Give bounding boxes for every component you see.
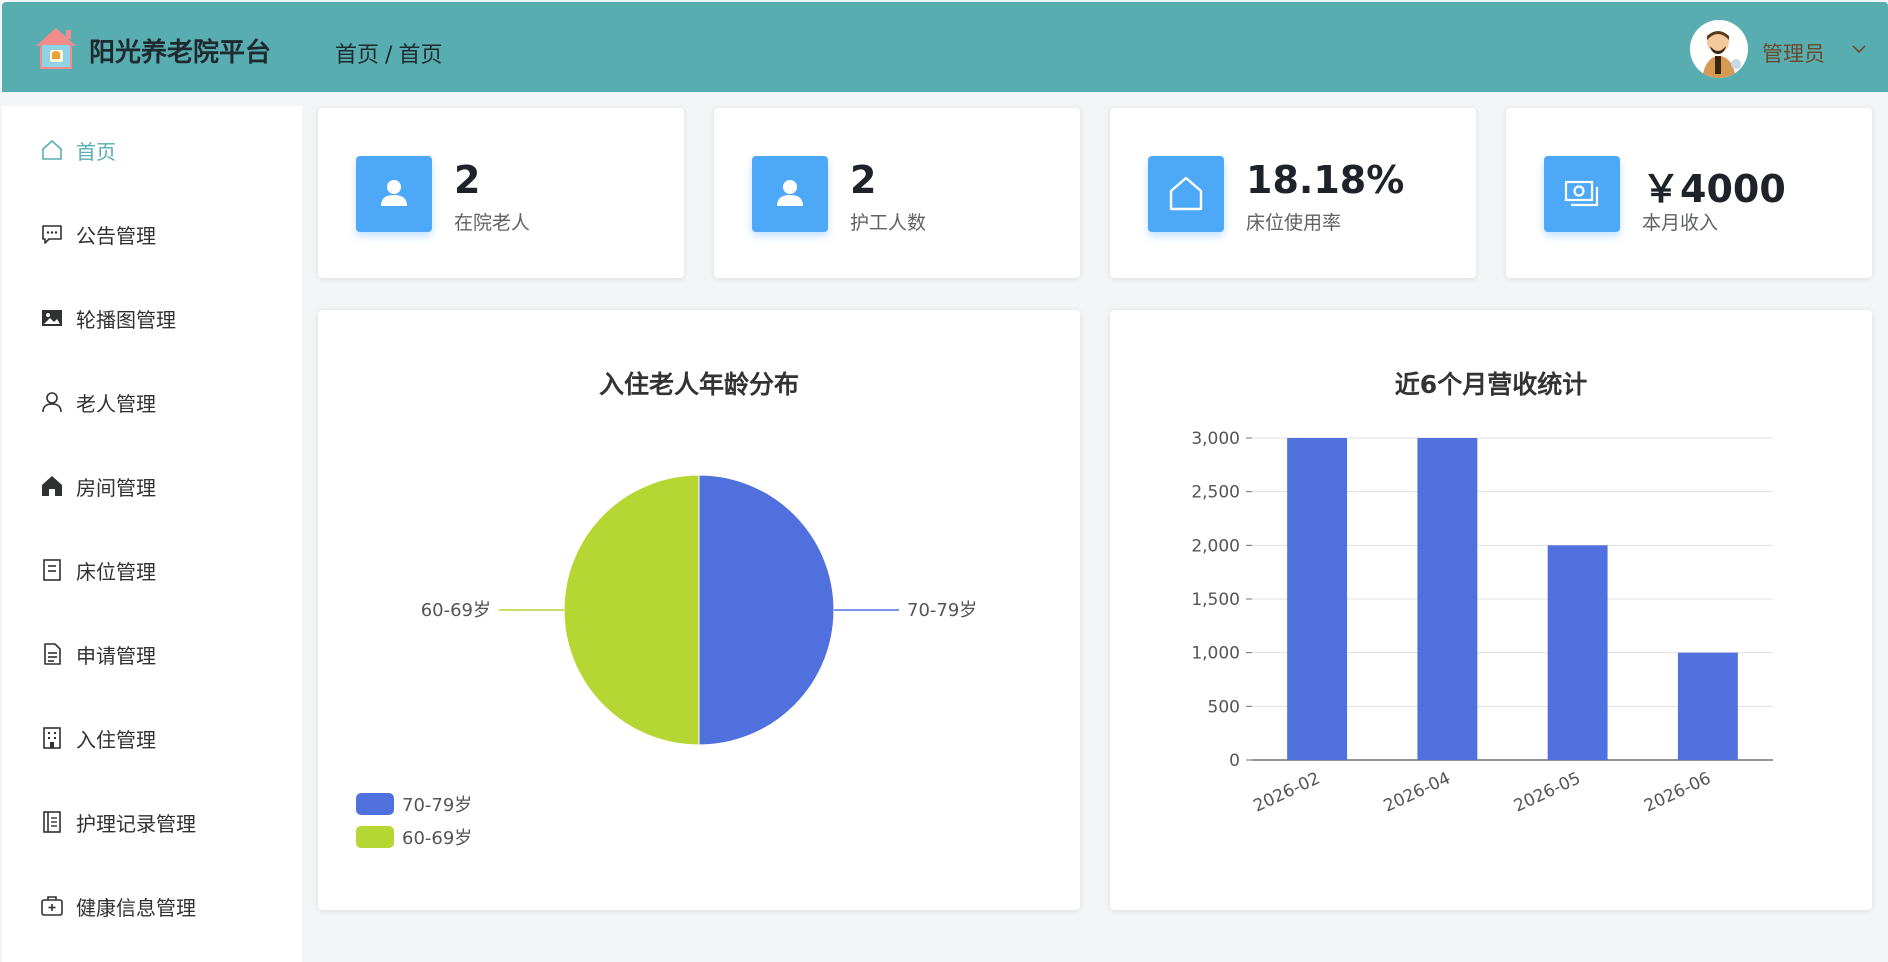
money-icon <box>1564 180 1599 207</box>
bar-chart: 0 500 1,000 1,500 2,000 2,500 3,000 2026-02 2026… <box>1191 429 1773 817</box>
chat-dots-icon <box>42 225 62 244</box>
user-filled-icon <box>381 180 407 206</box>
pie-slice[interactable] <box>698 474 835 746</box>
stat-icon-box <box>1544 156 1620 232</box>
stat-card-caregivers: 2 护工人数 <box>714 108 1080 278</box>
stat-value: 2 <box>850 158 877 202</box>
sidebar-item-label: 老人管理 <box>76 391 156 416</box>
stat-value: 2 <box>454 158 481 202</box>
breadcrumb-separator: / <box>385 43 393 68</box>
user-name[interactable]: 管理员 <box>1762 38 1825 68</box>
stat-card-income: ￥4000 本月收入 <box>1506 108 1872 278</box>
stat-card-bed-usage: 18.18% 床位使用率 <box>1110 108 1476 278</box>
avatar-icon <box>1690 20 1748 78</box>
sidebar-item-beds[interactable]: 床位管理 <box>2 540 302 600</box>
breadcrumb-item-home[interactable]: 首页 <box>335 43 379 68</box>
bar[interactable] <box>1547 545 1608 760</box>
bar[interactable] <box>1287 438 1348 760</box>
sidebar-item-elderly[interactable]: 老人管理 <box>2 372 302 432</box>
pie-chart: 70-79岁 60-69岁 <box>421 474 977 746</box>
y-tick-label: 2,000 <box>1191 536 1240 556</box>
stat-label: 床位使用率 <box>1246 212 1342 234</box>
legend-swatch <box>356 826 394 848</box>
sidebar-item-carousel[interactable]: 轮播图管理 <box>2 288 302 348</box>
sidebar-item-label: 房间管理 <box>76 475 156 500</box>
bar[interactable] <box>1677 652 1738 760</box>
home-icon <box>42 140 62 160</box>
y-tick-label: 0 <box>1229 751 1240 771</box>
age-distribution-card: 入住老人年龄分布 70-79岁 60-69岁 70-79岁 60-69岁 <box>318 310 1080 910</box>
sidebar-item-label: 入住管理 <box>76 727 156 752</box>
first-aid-kit-icon <box>41 896 63 916</box>
x-tick-label: 2026-04 <box>1381 768 1454 816</box>
pie-label: 70-79岁 <box>907 600 977 621</box>
sidebar-item-announcements[interactable]: 公告管理 <box>2 204 302 264</box>
pie-slice[interactable] <box>563 474 700 746</box>
document-icon <box>44 643 61 665</box>
chevron-down-icon[interactable] <box>1850 40 1868 58</box>
x-tick-label: 2026-05 <box>1511 768 1584 816</box>
notebook-icon <box>43 811 61 833</box>
sidebar-item-label: 床位管理 <box>76 559 156 584</box>
sidebar-item-care-records[interactable]: 护理记录管理 <box>2 792 302 852</box>
sidebar-item-label: 首页 <box>76 139 116 164</box>
y-tick-label: 2,500 <box>1191 483 1240 503</box>
legend-swatch <box>356 793 394 815</box>
stat-value: 18.18% <box>1246 158 1405 202</box>
tickets-icon <box>43 559 61 581</box>
y-tick-label: 3,000 <box>1191 429 1240 449</box>
stat-icon-box <box>356 156 432 232</box>
y-tick-label: 1,500 <box>1191 590 1240 610</box>
y-tick-label: 1,000 <box>1191 644 1240 664</box>
app-title: 阳光养老院平台 <box>89 38 272 68</box>
pie-label: 60-69岁 <box>421 600 491 621</box>
breadcrumb-item-current: 首页 <box>398 43 443 68</box>
legend-item[interactable]: 70-79岁 <box>356 791 472 817</box>
picture-icon <box>42 310 62 326</box>
sidebar-menu: 首页 公告管理 轮播图管理 老人管理 房间管理 床位管理 申请管理 入住管理 护… <box>2 106 302 962</box>
sidebar-item-label: 护理记录管理 <box>76 811 196 836</box>
user-icon <box>42 392 62 413</box>
revenue-stats-card: 近6个月营收统计 0 500 1,000 1,500 2,000 2,500 3,000 20… <box>1110 310 1872 910</box>
y-tick-label: 500 <box>1208 697 1240 717</box>
stat-label: 本月收入 <box>1642 212 1719 234</box>
stat-value: ￥4000 <box>1642 167 1786 211</box>
stat-label: 在院老人 <box>454 212 531 234</box>
bar[interactable] <box>1417 438 1478 760</box>
sidebar-item-label: 申请管理 <box>76 643 156 668</box>
stat-card-elderly: 2 在院老人 <box>318 108 684 278</box>
avatar[interactable] <box>1690 20 1748 78</box>
sidebar-item-applications[interactable]: 申请管理 <box>2 624 302 684</box>
stat-icon-box <box>1148 156 1224 232</box>
office-building-icon <box>43 727 61 749</box>
stat-icon-box <box>752 156 828 232</box>
breadcrumb: 首页 / 首页 <box>335 37 442 69</box>
house-outline-icon <box>1169 176 1203 211</box>
sidebar-item-checkin[interactable]: 入住管理 <box>2 708 302 768</box>
sidebar-item-label: 公告管理 <box>76 223 156 248</box>
nursing-home-logo-icon <box>36 28 76 69</box>
sidebar-item-label: 轮播图管理 <box>76 307 176 332</box>
top-header: 阳光养老院平台 首页 / 首页 管理员 <box>2 2 1888 92</box>
sidebar-item-rooms[interactable]: 房间管理 <box>2 456 302 516</box>
stat-label: 护工人数 <box>850 212 927 234</box>
sidebar-item-home[interactable]: 首页 <box>2 120 302 180</box>
legend-label: 70-79岁 <box>402 795 473 816</box>
house-filled-icon <box>42 476 62 496</box>
sidebar-item-health-info[interactable]: 健康信息管理 <box>2 876 302 936</box>
x-tick-label: 2026-02 <box>1250 768 1323 816</box>
x-tick-label: 2026-06 <box>1641 768 1714 816</box>
legend-item[interactable]: 60-69岁 <box>356 824 472 850</box>
user-filled-icon <box>777 180 803 206</box>
legend-label: 60-69岁 <box>402 828 473 849</box>
sidebar-item-label: 健康信息管理 <box>76 895 196 920</box>
